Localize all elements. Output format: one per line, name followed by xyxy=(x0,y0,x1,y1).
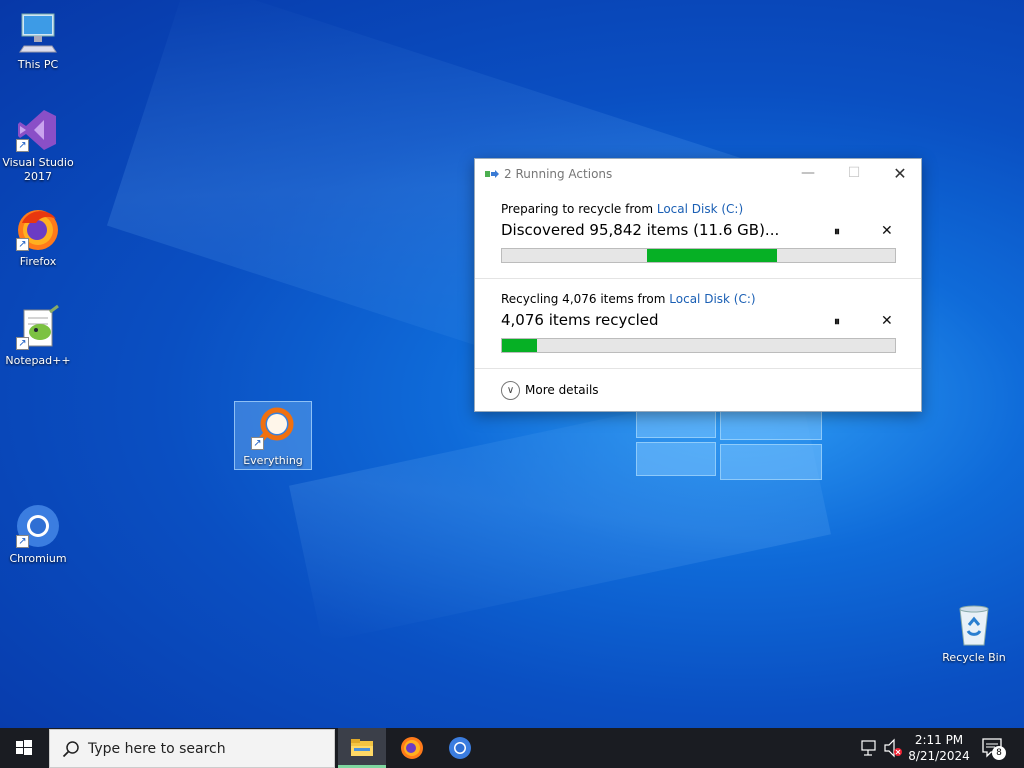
more-details-label: More details xyxy=(525,383,599,397)
windows-logo-icon xyxy=(16,740,32,755)
desktop-icon-label: This PC xyxy=(17,58,59,71)
operation-source-line: Recycling 4,076 items from Local Disk (C… xyxy=(501,292,756,306)
operation-status: 4,076 items recycled xyxy=(501,311,659,329)
chevron-down-icon: ∨ xyxy=(501,381,520,400)
operation-progress-bar xyxy=(501,248,896,263)
network-icon[interactable] xyxy=(858,728,880,768)
action-center-button[interactable]: 8 xyxy=(980,736,1006,760)
file-operation-dialog: 2 Running Actions — ☐ ✕ Preparing to rec… xyxy=(474,158,922,412)
wallpaper-windows-logo xyxy=(636,408,824,480)
shortcut-arrow-icon: ↗ xyxy=(16,238,29,251)
desktop-icon-firefox[interactable]: ↗ Firefox xyxy=(0,205,76,269)
notification-count-badge: 8 xyxy=(992,746,1006,760)
visual-studio-icon: ↗ xyxy=(14,106,62,154)
desktop-icon-label: Everything xyxy=(243,454,303,467)
computer-icon xyxy=(14,8,62,56)
start-button[interactable] xyxy=(0,728,48,768)
desktop-icon-this-pc[interactable]: This PC xyxy=(0,8,76,72)
clock-time: 2:11 PM xyxy=(914,733,964,747)
notepad-plus-plus-icon: ↗ xyxy=(14,304,62,352)
desktop-icon-label: Visual Studio 2017 xyxy=(2,156,74,183)
maximize-button: ☐ xyxy=(847,165,861,181)
source-location-link[interactable]: Local Disk (C:) xyxy=(669,292,755,306)
desktop-icon-notepad-plus-plus[interactable]: ↗ Notepad++ xyxy=(0,304,76,368)
minimize-button[interactable]: — xyxy=(785,159,831,189)
operation-row: Recycling 4,076 items from Local Disk (C… xyxy=(475,279,921,369)
desktop-icon-label: Notepad++ xyxy=(5,354,71,367)
shortcut-arrow-icon: ↗ xyxy=(16,337,29,350)
firefox-icon: ↗ xyxy=(14,205,62,253)
search-icon xyxy=(62,741,79,758)
shortcut-arrow-icon: ↗ xyxy=(16,535,29,548)
operation-progress-bar xyxy=(501,338,896,353)
recycle-bin-icon xyxy=(950,601,998,649)
progress-fill xyxy=(647,249,778,262)
system-clock[interactable]: 2:11 PM 8/21/2024 xyxy=(900,732,978,764)
cancel-operation-button[interactable]: ✕ xyxy=(881,223,893,239)
desktop-icon-label: Recycle Bin xyxy=(942,651,1006,664)
desktop-icon-everything[interactable]: ↗ Everything xyxy=(234,401,312,470)
desktop-icon-label: Chromium xyxy=(9,552,67,565)
dialog-title: 2 Running Actions xyxy=(504,167,613,181)
file-transfer-icon xyxy=(485,170,499,178)
operation-source-line: Preparing to recycle from Local Disk (C:… xyxy=(501,202,744,216)
pause-button[interactable]: ⏸ xyxy=(834,314,840,329)
cancel-operation-button[interactable]: ✕ xyxy=(881,313,893,329)
desktop-icon-recycle-bin[interactable]: Recycle Bin xyxy=(936,601,1012,665)
chromium-icon xyxy=(449,737,471,759)
taskbar: Type here to search 2:11 PM 8/21/2024 8 xyxy=(0,728,1024,768)
search-placeholder: Type here to search xyxy=(88,741,226,757)
shortcut-arrow-icon: ↗ xyxy=(251,437,264,450)
desktop-icon-visual-studio[interactable]: ↗ Visual Studio 2017 xyxy=(0,106,76,184)
search-box[interactable]: Type here to search xyxy=(49,729,335,768)
source-location-link[interactable]: Local Disk (C:) xyxy=(657,202,743,216)
operation-row: Preparing to recycle from Local Disk (C:… xyxy=(475,189,921,279)
desktop-icon-chromium[interactable]: ↗ Chromium xyxy=(0,502,76,566)
firefox-icon xyxy=(401,737,423,759)
pause-button[interactable]: ⏸ xyxy=(834,224,840,239)
shortcut-arrow-icon: ↗ xyxy=(16,139,29,152)
divider xyxy=(475,368,921,369)
chromium-icon: ↗ xyxy=(14,502,62,550)
taskbar-chromium[interactable] xyxy=(436,728,484,768)
operation-status: Discovered 95,842 items (11.6 GB)... xyxy=(501,221,780,239)
clock-date: 8/21/2024 xyxy=(908,749,970,763)
more-details-toggle[interactable]: ∨ More details xyxy=(501,381,599,400)
file-explorer-icon xyxy=(351,739,373,756)
everything-search-icon: ↗ xyxy=(249,404,297,452)
dialog-titlebar[interactable]: 2 Running Actions — ☐ ✕ xyxy=(475,159,921,189)
desktop-icon-label: Firefox xyxy=(19,255,57,268)
progress-fill xyxy=(502,339,538,352)
taskbar-file-explorer[interactable] xyxy=(338,728,386,768)
taskbar-firefox[interactable] xyxy=(388,728,436,768)
close-button[interactable]: ✕ xyxy=(877,159,923,189)
